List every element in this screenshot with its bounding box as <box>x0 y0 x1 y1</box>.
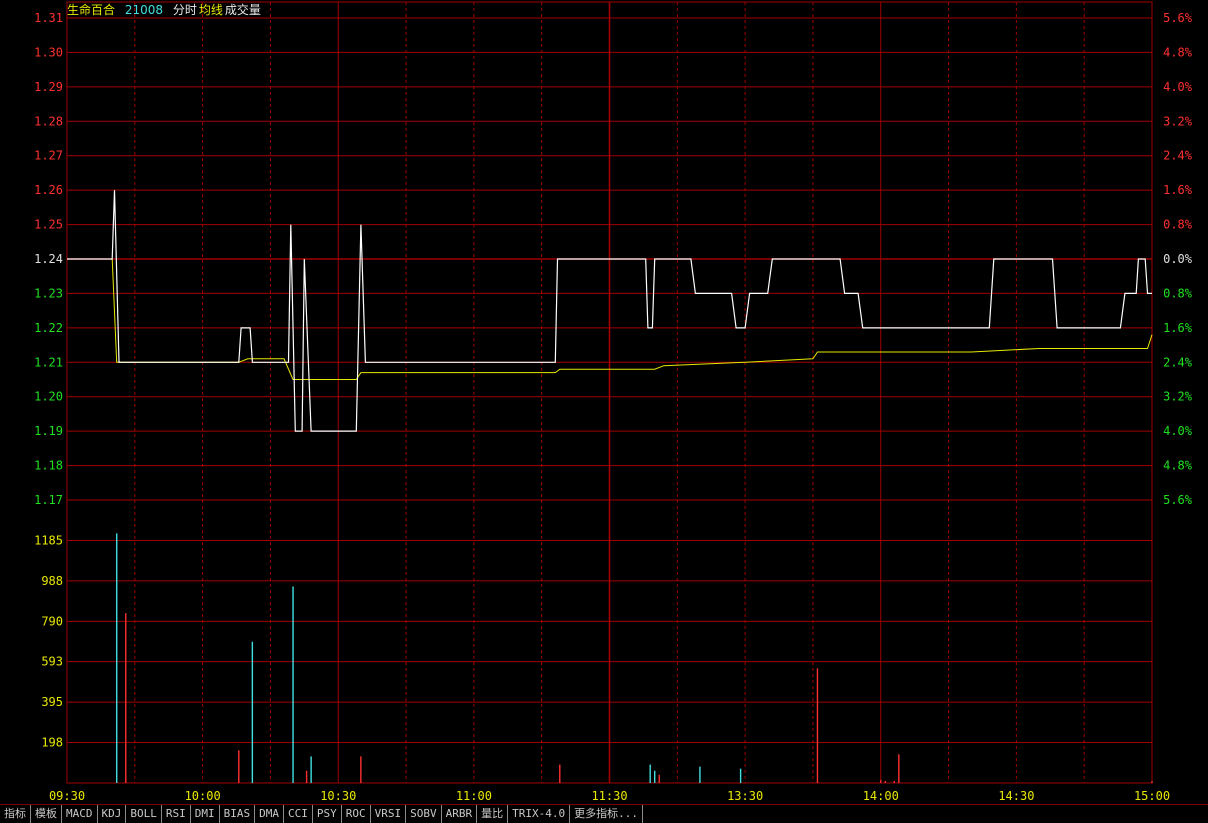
percent-tick-label: 4.0% <box>1163 80 1193 94</box>
time-tick-label: 10:30 <box>320 789 356 803</box>
price-tick-label: 1.30 <box>34 45 63 59</box>
tab-dmi[interactable]: DMI <box>191 805 220 823</box>
percent-tick-label: 2.4% <box>1163 149 1193 163</box>
percent-tick-label: 1.6% <box>1163 321 1193 335</box>
percent-tick-label: 5.6% <box>1163 11 1193 25</box>
percent-tick-label: 0.8% <box>1163 286 1193 300</box>
volume-bars <box>116 533 1153 783</box>
price-tick-label: 1.19 <box>34 424 63 438</box>
time-tick-label: 14:00 <box>863 789 899 803</box>
percent-tick-label: 4.8% <box>1163 45 1193 59</box>
price-tick-label: 1.29 <box>34 80 63 94</box>
percent-tick-label: 3.2% <box>1163 114 1193 128</box>
volume-tick-label: 790 <box>41 614 63 628</box>
price-tick-label: 1.21 <box>34 355 63 369</box>
price-tick-label: 1.28 <box>34 114 63 128</box>
volume-tick-label: 593 <box>41 655 63 669</box>
volume-tick-label: 395 <box>41 695 63 709</box>
label-avg-line: 均线 <box>198 3 223 17</box>
indicator-tab-bar: 指标 模板 MACD KDJ BOLL RSI DMI BIAS DMA CCI… <box>0 804 1208 823</box>
percent-tick-label: 0.0% <box>1163 252 1193 266</box>
time-tick-label: 10:00 <box>185 789 221 803</box>
percent-axis-right: 5.6% 4.8% 4.0% 3.2% 2.4% 1.6% 0.8% 0.0% 0.8% 1.6%… <box>1163 11 1193 507</box>
time-axis: 09:30 10:00 10:30 11:00 11:30 13:30 14:00 14:30… <box>49 789 1170 803</box>
percent-tick-label: 1.6% <box>1163 183 1193 197</box>
price-tick-label: 1.31 <box>34 11 63 25</box>
tab-kdj[interactable]: KDJ <box>98 805 127 823</box>
time-tick-label: 11:00 <box>456 789 492 803</box>
tab-bias[interactable]: BIAS <box>220 805 256 823</box>
volume-tick-label: 198 <box>41 735 63 749</box>
tab-trix[interactable]: TRIX-4.0 <box>508 805 571 823</box>
chart-grid <box>66 1 1153 784</box>
price-tick-label: 1.18 <box>34 459 63 473</box>
price-tick-label: 1.26 <box>34 183 63 197</box>
tab-more-indicators[interactable]: 更多指标... <box>570 805 643 823</box>
stock-name: 生命百合 <box>67 3 116 17</box>
price-tick-label: 1.24 <box>34 252 63 266</box>
percent-tick-label: 4.8% <box>1163 459 1193 473</box>
tab-cci[interactable]: CCI <box>284 805 313 823</box>
tab-macd[interactable]: MACD <box>62 805 98 823</box>
label-timeshare: 分时 <box>172 3 197 17</box>
volume-tick-label: 988 <box>41 574 63 588</box>
percent-tick-label: 5.6% <box>1163 493 1193 507</box>
tab-psy[interactable]: PSY <box>313 805 342 823</box>
volume-axis: 1185 988 790 593 395 198 <box>34 534 63 750</box>
price-tick-label: 1.22 <box>34 321 63 335</box>
label-volume: 成交量 <box>224 3 261 17</box>
tab-rsi[interactable]: RSI <box>162 805 191 823</box>
tab-template[interactable]: 模板 <box>31 805 62 823</box>
tab-volume-ratio[interactable]: 量比 <box>477 805 509 823</box>
tab-indicator[interactable]: 指标 <box>0 805 31 823</box>
stock-code: 21008 <box>124 3 164 17</box>
intraday-chart[interactable]: 1.31 1.30 1.29 1.28 1.27 1.26 1.25 1.24 1.23 1.22… <box>0 0 1208 805</box>
time-tick-label: 09:30 <box>49 789 85 803</box>
time-tick-label: 15:00 <box>1134 789 1170 803</box>
price-tick-label: 1.25 <box>34 218 63 232</box>
price-tick-label: 1.17 <box>34 493 63 507</box>
tab-vrsi[interactable]: VRSI <box>371 805 407 823</box>
price-axis-left: 1.31 1.30 1.29 1.28 1.27 1.26 1.25 1.24 1.23 1.22… <box>34 11 63 507</box>
tab-arbr[interactable]: ARBR <box>442 805 478 823</box>
time-tick-label: 11:30 <box>591 789 627 803</box>
tab-boll[interactable]: BOLL <box>126 805 162 823</box>
price-tick-label: 1.27 <box>34 149 63 163</box>
time-tick-label: 14:30 <box>998 789 1034 803</box>
time-tick-label: 13:30 <box>727 789 763 803</box>
volume-tick-label: 1185 <box>34 534 63 548</box>
price-tick-label: 1.20 <box>34 390 63 404</box>
percent-tick-label: 4.0% <box>1163 424 1193 438</box>
tab-sobv[interactable]: SOBV <box>406 805 442 823</box>
percent-tick-label: 2.4% <box>1163 355 1193 369</box>
tab-roc[interactable]: ROC <box>342 805 371 823</box>
chart-header: 生命百合 21008 分时 均线 成交量 <box>67 2 267 18</box>
percent-tick-label: 3.2% <box>1163 390 1193 404</box>
percent-tick-label: 0.8% <box>1163 218 1193 232</box>
tab-dma[interactable]: DMA <box>255 805 284 823</box>
price-tick-label: 1.23 <box>34 286 63 300</box>
